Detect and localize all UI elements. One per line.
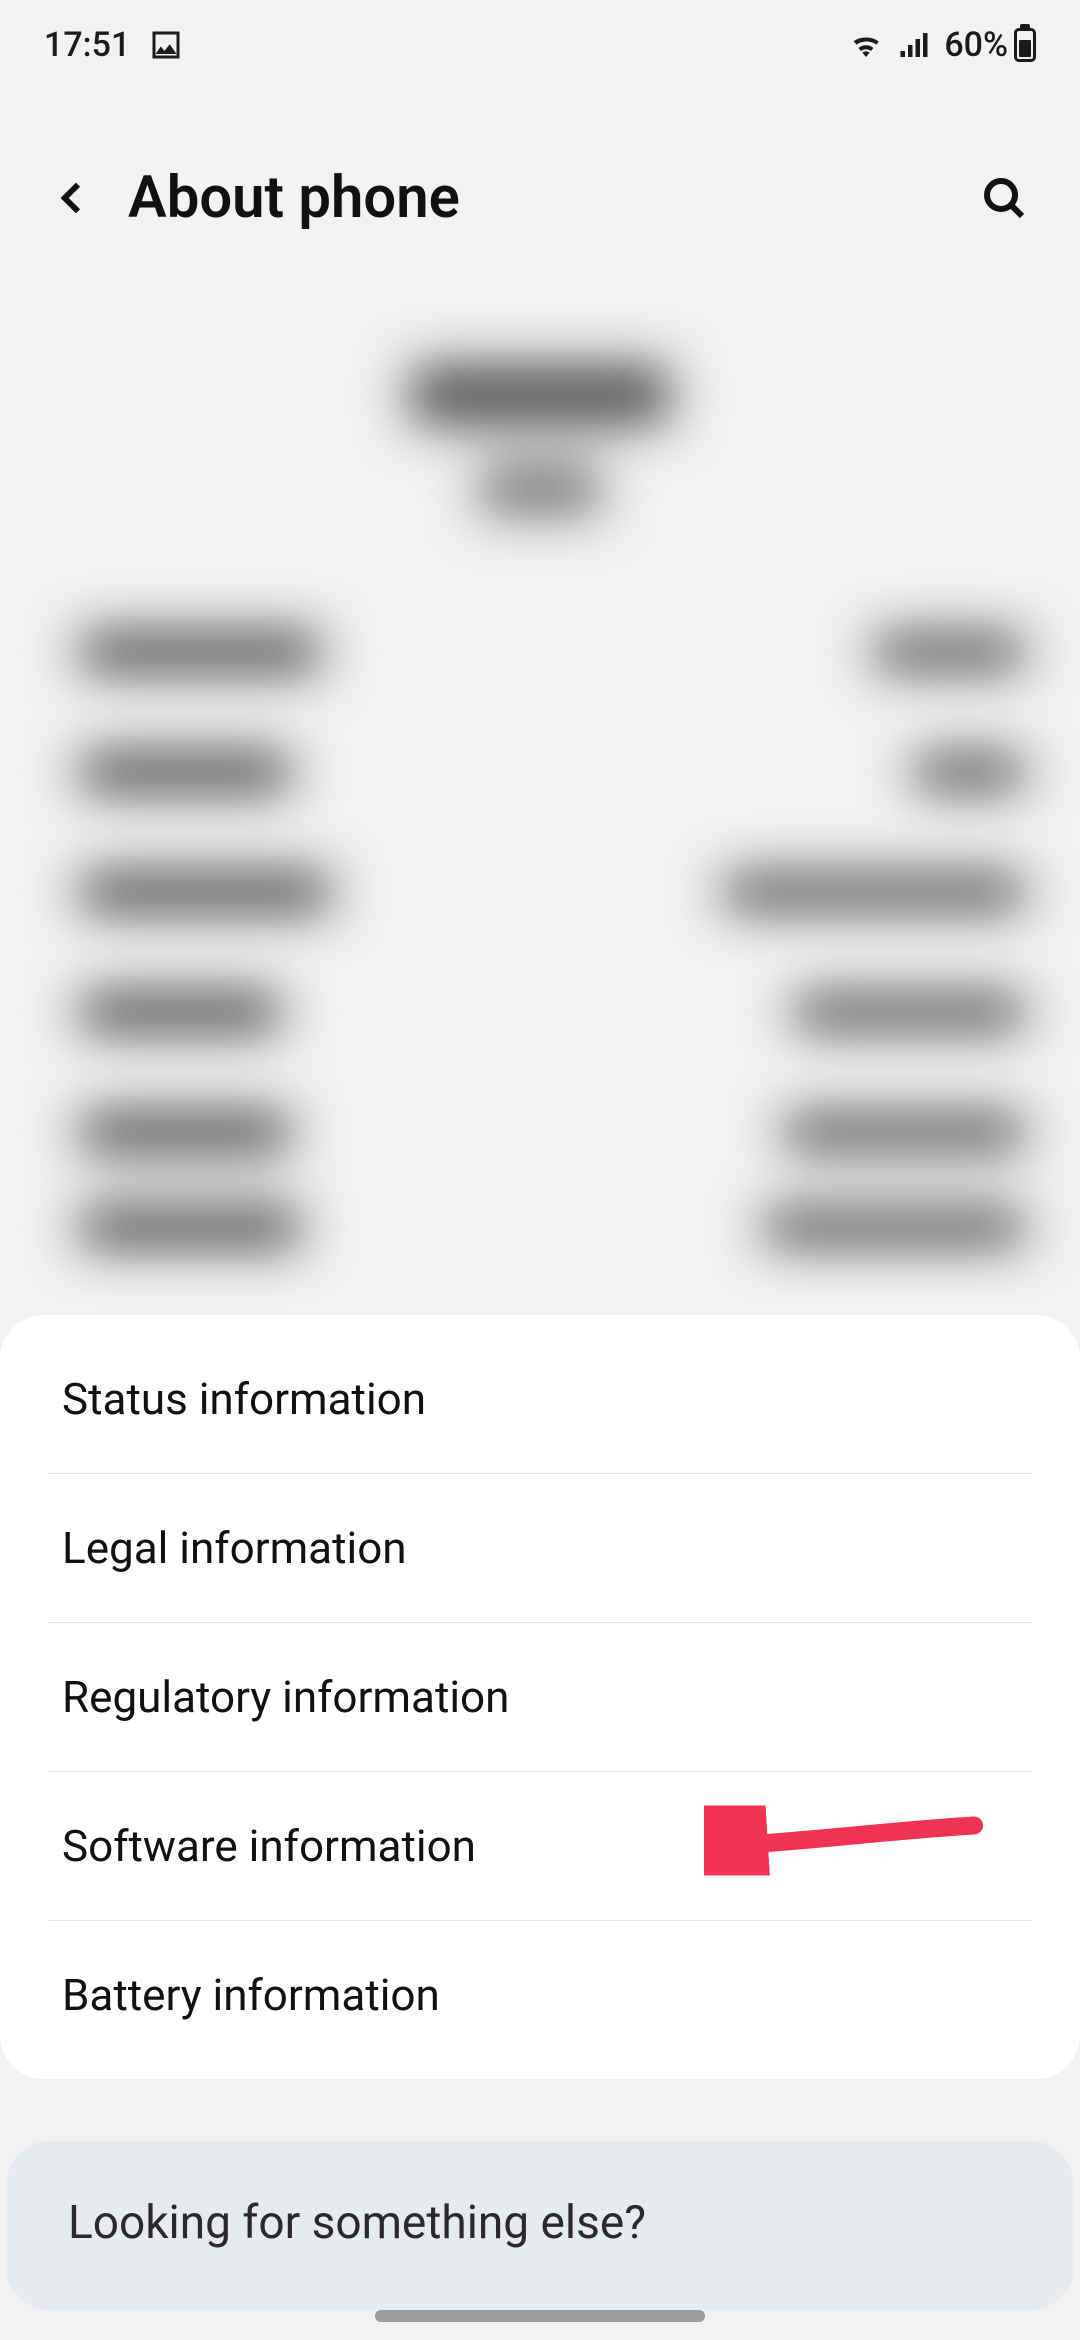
nav-handle[interactable]: [375, 2310, 705, 2322]
page-title: About phone: [128, 164, 946, 232]
list-item-battery-information[interactable]: Battery information: [0, 1921, 1080, 2069]
suggestion-text: Looking for something else?: [68, 2196, 646, 2250]
back-button[interactable]: [48, 173, 98, 223]
battery-icon: [1014, 28, 1036, 62]
list-item-status-information[interactable]: Status information: [0, 1325, 1080, 1473]
info-list: Status information Legal information Reg…: [0, 1315, 1080, 2079]
wifi-icon: [848, 27, 884, 63]
device-info-blurred: [0, 305, 1080, 1315]
list-item-label: Regulatory information: [62, 1671, 509, 1723]
list-item-regulatory-information[interactable]: Regulatory information: [0, 1623, 1080, 1771]
suggestion-card[interactable]: Looking for something else?: [6, 2141, 1074, 2310]
battery-percent: 60%: [944, 25, 1008, 65]
chevron-left-icon: [53, 178, 93, 218]
status-left: 17:51: [44, 25, 184, 65]
screenshot-icon: [148, 27, 184, 63]
annotation-arrow-icon: [704, 1806, 984, 1887]
list-item-label: Software information: [62, 1820, 476, 1872]
clock: 17:51: [44, 25, 130, 65]
search-button[interactable]: [976, 170, 1032, 226]
list-item-label: Status information: [62, 1373, 426, 1425]
battery-indicator: 60%: [944, 25, 1036, 65]
list-item-label: Battery information: [62, 1969, 440, 2021]
signal-icon: [896, 27, 932, 63]
search-icon: [980, 174, 1028, 222]
list-item-label: Legal information: [62, 1522, 407, 1574]
status-bar: 17:51 60%: [0, 0, 1080, 90]
list-item-legal-information[interactable]: Legal information: [0, 1474, 1080, 1622]
app-header: About phone: [0, 90, 1080, 305]
list-item-software-information[interactable]: Software information: [0, 1772, 1080, 1920]
status-right: 60%: [848, 25, 1036, 65]
